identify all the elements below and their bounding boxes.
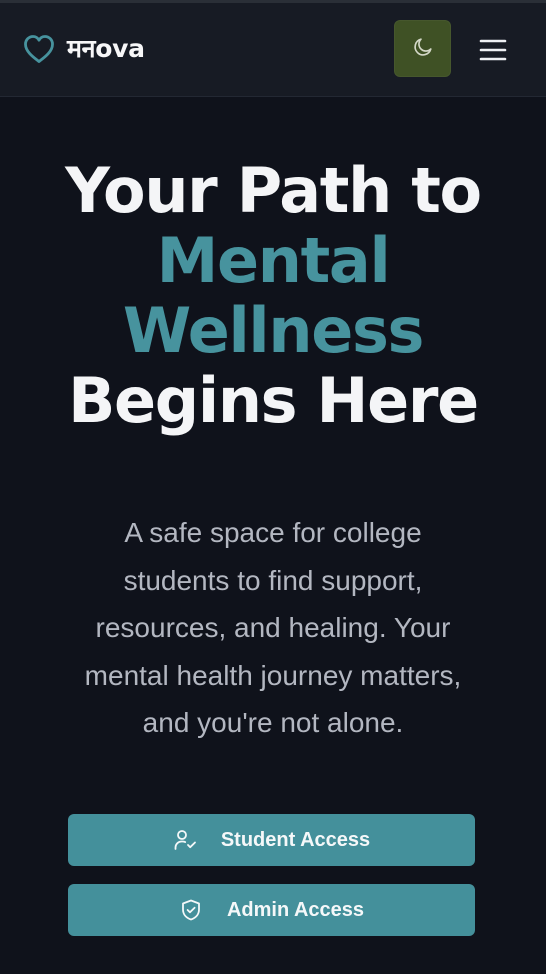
heart-icon <box>22 33 56 65</box>
theme-toggle-button[interactable] <box>394 20 451 77</box>
student-access-button[interactable]: Student Access <box>68 814 475 866</box>
moon-icon <box>412 36 434 61</box>
brand-name: मनova <box>67 34 145 63</box>
brand-logo[interactable]: मनova <box>22 33 145 65</box>
hero-title-line-1: Your Path to <box>65 154 482 227</box>
hero-description: A safe space for college students to fin… <box>84 517 462 738</box>
app-page: मनova Your Path to Mental Wellness Begin… <box>0 0 546 974</box>
student-access-label: Student Access <box>220 828 371 851</box>
hero-title-accent-line-1: Mental <box>156 224 391 297</box>
hamburger-menu-icon <box>479 38 507 62</box>
user-check-icon <box>174 830 196 850</box>
menu-button[interactable] <box>479 38 507 62</box>
hero-title-accent-line-2: Wellness <box>122 294 425 367</box>
admin-access-button[interactable]: Admin Access <box>68 884 475 936</box>
shield-icon <box>182 899 200 921</box>
top-navbar: मनova <box>0 3 546 97</box>
hero-title-line-2: Begins Here <box>68 364 479 437</box>
admin-access-label: Admin Access <box>226 898 365 921</box>
hero-title: Your Path to Mental Wellness Begins Here <box>0 156 546 436</box>
